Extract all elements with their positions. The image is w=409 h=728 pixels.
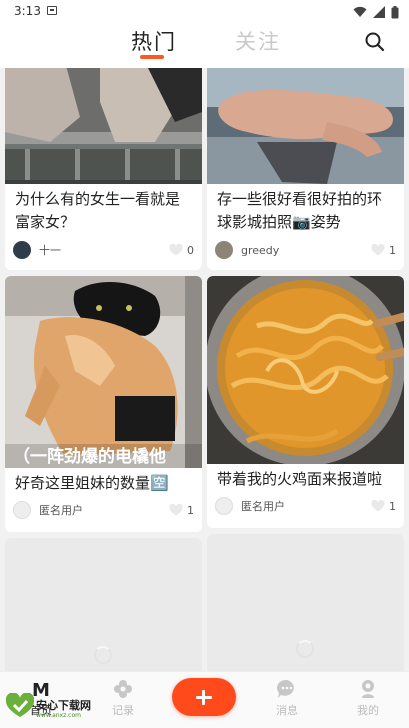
status-bar: 3:13 [0, 0, 409, 24]
post-feed[interactable]: 为什么有的女生一看就是富家女？ 十一 0 存一些很好看很好拍的环球影城拍照📷姿势 [0, 68, 409, 671]
notification-icon [47, 6, 57, 15]
avatar[interactable] [215, 497, 233, 515]
loading-spinner [296, 640, 314, 658]
top-header: 热门 关注 [0, 24, 409, 68]
heart-icon [371, 500, 385, 512]
post-card[interactable]: 带着我的火鸡面来报道啦 匿名用户 1 [207, 276, 404, 528]
post-title: 为什么有的女生一看就是富家女？ [15, 190, 181, 231]
post-author[interactable]: 匿名用户 [241, 498, 371, 514]
loading-spinner [94, 646, 112, 664]
nav-profile-label: 我的 [357, 704, 379, 717]
like-count: 1 [389, 499, 396, 513]
nav-messages[interactable]: 消息 [262, 678, 312, 718]
tab-follow[interactable]: 关注 [235, 26, 281, 56]
watermark-url: www.anxz.com [36, 712, 81, 719]
post-card[interactable]: （一阵劲爆的电橇他 好奇这里姐妹的数量🈳 匿名用户 1 [5, 276, 202, 532]
nav-messages-label: 消息 [276, 704, 298, 717]
post-author[interactable]: 十一 [39, 242, 169, 258]
loading-card [5, 538, 202, 671]
wifi-icon [353, 6, 367, 17]
avatar[interactable] [13, 501, 31, 519]
like-count: 0 [187, 243, 194, 257]
loading-card [207, 534, 404, 671]
post-title: 带着我的火鸡面来报道啦 [217, 470, 383, 488]
search-icon[interactable] [364, 31, 386, 53]
post-card[interactable]: 为什么有的女生一看就是富家女？ 十一 0 [5, 68, 202, 270]
nav-record-label: 记录 [112, 704, 134, 717]
post-image [5, 68, 202, 184]
signal-icon [373, 6, 385, 18]
post-image: （一阵劲爆的电橇他 [5, 276, 202, 468]
status-time: 3:13 [14, 4, 41, 18]
chat-icon [276, 679, 294, 698]
active-tab-indicator [140, 55, 164, 59]
post-meta: greedy 1 [215, 240, 396, 260]
post-author[interactable]: 匿名用户 [39, 502, 169, 518]
post-meta: 匿名用户 1 [215, 496, 396, 516]
avatar[interactable] [13, 241, 31, 259]
avatar[interactable] [215, 241, 233, 259]
post-image [207, 68, 404, 184]
heart-icon [371, 244, 385, 256]
post-card[interactable]: 存一些很好看很好拍的环球影城拍照📷姿势 greedy 1 [207, 68, 404, 270]
post-title: 好奇这里姐妹的数量🈳 [15, 474, 169, 492]
status-icons [353, 4, 399, 20]
post-title: 存一些很好看很好拍的环球影城拍照📷姿势 [217, 190, 383, 231]
post-image [207, 276, 404, 464]
watermark: 安心下载网 www.anxz.com [0, 685, 110, 727]
post-meta: 匿名用户 1 [13, 500, 194, 520]
like-button[interactable]: 1 [371, 500, 396, 513]
like-button[interactable]: 0 [169, 244, 194, 257]
like-count: 1 [389, 243, 396, 257]
battery-icon [391, 5, 399, 18]
heart-icon [169, 244, 183, 256]
watermark-text: 安心下载网 [36, 699, 91, 712]
like-button[interactable]: 1 [371, 244, 396, 257]
person-icon [362, 680, 374, 698]
heart-icon [169, 504, 183, 516]
nav-profile[interactable]: 我的 [343, 678, 393, 718]
post-meta: 十一 0 [13, 240, 194, 260]
watermark-logo-icon [6, 693, 34, 717]
post-author[interactable]: greedy [241, 244, 371, 257]
like-button[interactable]: 1 [169, 504, 194, 517]
image-caption: （一阵劲爆的电橇他 [13, 446, 166, 467]
like-count: 1 [187, 503, 194, 517]
tab-hot[interactable]: 热门 [131, 26, 177, 56]
create-post-button[interactable] [172, 678, 236, 716]
flower-icon [114, 680, 132, 698]
